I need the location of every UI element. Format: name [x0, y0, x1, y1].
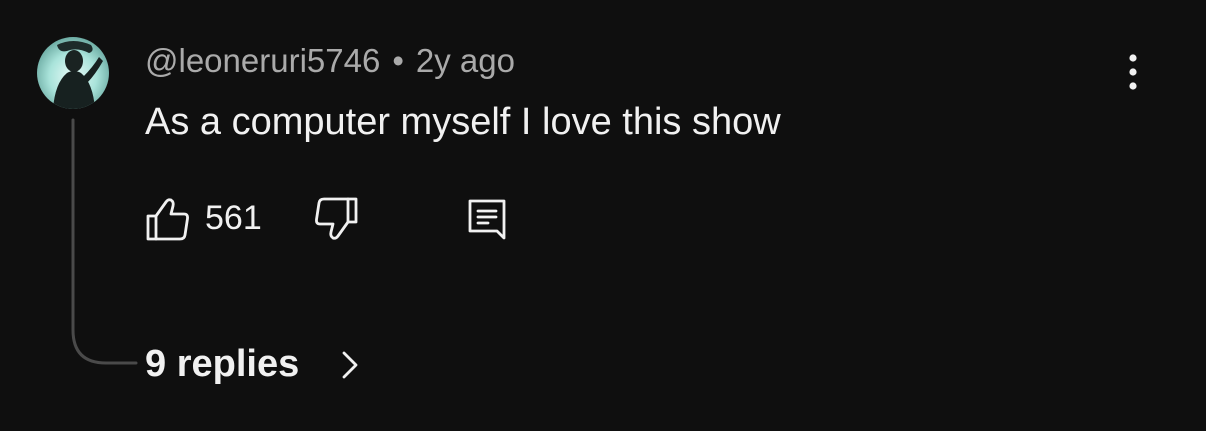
more-vertical-icon: [1129, 54, 1137, 90]
replies-count-label: 9 replies: [145, 343, 300, 385]
comment-thread: @leoneruri5746 • 2y ago As a computer myse…: [0, 0, 1206, 431]
reply-comment-icon: [468, 199, 506, 240]
dislike-button[interactable]: [313, 196, 359, 242]
reply-button[interactable]: [465, 196, 509, 244]
chevron-right-icon: [342, 351, 358, 379]
view-replies-button[interactable]: 9 replies: [145, 340, 358, 388]
author-handle[interactable]: @leoneruri5746: [145, 42, 380, 79]
avatar-image: [37, 37, 109, 109]
like-count: 561: [205, 199, 262, 237]
avatar[interactable]: [37, 37, 109, 109]
meta-separator: •: [392, 42, 404, 79]
comment-text: As a computer myself I love this show: [145, 101, 781, 143]
thumbs-up-icon: [146, 198, 189, 241]
comment-meta: @leoneruri5746 • 2y ago: [145, 41, 515, 81]
like-button[interactable]: [145, 196, 191, 242]
comment-timestamp: 2y ago: [415, 42, 515, 79]
more-options-button[interactable]: [1113, 50, 1153, 94]
thumbs-down-icon: [315, 197, 358, 240]
